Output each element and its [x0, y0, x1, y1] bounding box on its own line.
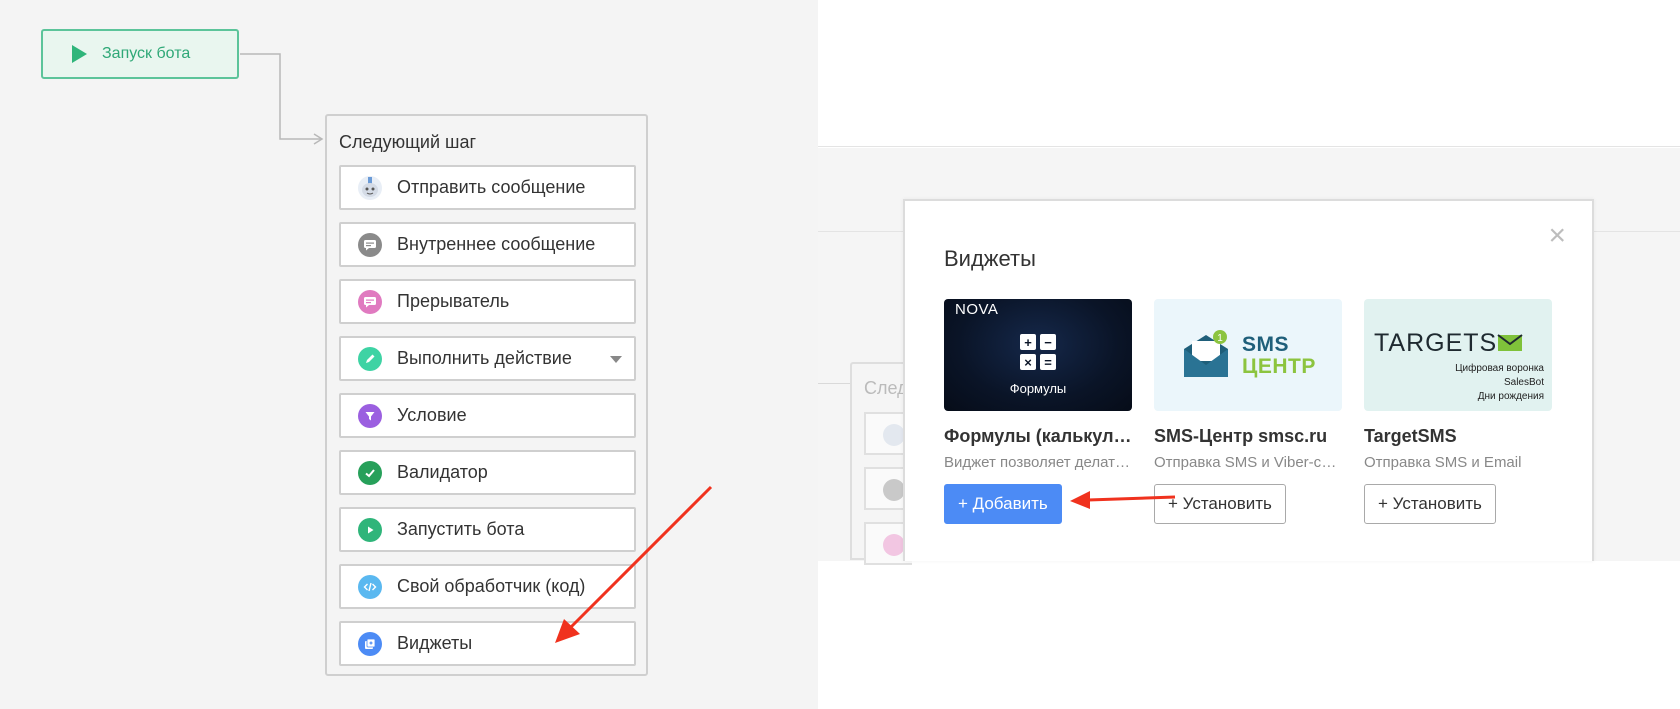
step-custom-handler[interactable]: Свой обработчик (код) [339, 564, 636, 609]
filter-icon [358, 403, 382, 428]
step-label: Запустить бота [397, 519, 525, 539]
thumb-line: Цифровая воронка [1455, 363, 1544, 374]
next-step-panel: Следующий шаг Отправить сообщение Внутре… [325, 114, 648, 676]
thumb-caption: Формулы [1009, 381, 1067, 396]
step-widgets[interactable]: Виджеты [339, 621, 636, 666]
center-logo-word: ЦЕНТР [1242, 355, 1316, 378]
targetsms-logo: TARGETS [1374, 329, 1523, 358]
stage: Запуск бота Следующий шаг Отправить сооб… [0, 0, 1680, 709]
widget-name: TargetSMS [1364, 426, 1457, 446]
next-step-title: Следующий шаг [339, 132, 477, 152]
step-label: Внутреннее сообщение [397, 234, 596, 254]
chat-bubble-icon [883, 534, 905, 556]
step-internal-message[interactable]: Внутреннее сообщение [339, 222, 636, 267]
checkmark-icon [358, 460, 382, 485]
right-footer-area [818, 562, 1680, 709]
thumb-line: Дни рождения [1477, 391, 1544, 402]
install-widget-button[interactable]: + Установить [1364, 484, 1496, 524]
chevron-down-icon[interactable] [610, 356, 622, 363]
step-label: Прерыватель [397, 291, 510, 311]
widget-description: Отправка SMS и Viber-со... [1154, 454, 1342, 471]
widgets-modal: Виджеты × NOVA + − × = Формулы Формулы (кал… [903, 199, 1594, 561]
ghost-title: След [864, 378, 908, 398]
chat-bubble-icon [883, 479, 905, 501]
play-circle-icon [358, 517, 382, 542]
widget-name: SMS-Центр smsc.ru [1154, 426, 1328, 446]
widget-card-sms-center: 1 SMS ЦЕНТР SMS-Центр smsc.ru Отправка S… [1154, 299, 1342, 524]
modal-title: Виджеты [944, 246, 1036, 271]
widget-thumbnail[interactable]: NOVA + − × = Формулы [944, 299, 1132, 411]
step-label: Валидатор [397, 462, 488, 482]
widget-card-targetsms: TARGETS Цифровая воронка SalesBot Дни ро… [1364, 299, 1552, 524]
step-interrupter[interactable]: Прерыватель [339, 279, 636, 324]
start-bot-label: Запуск бота [102, 45, 191, 62]
ghost-next-step-panel: След [850, 362, 912, 565]
step-launch-bot[interactable]: Запустить бота [339, 507, 636, 552]
add-widget-button[interactable]: + Добавить [944, 484, 1062, 524]
step-send-message[interactable]: Отправить сообщение [339, 165, 636, 210]
pencil-icon [358, 346, 382, 371]
calculator-icon: + − × = [1020, 334, 1056, 370]
widget-icon [358, 631, 382, 656]
code-icon [358, 574, 382, 599]
step-condition[interactable]: Условие [339, 393, 636, 438]
sms-logo-word: SMS [1242, 333, 1290, 356]
install-widget-button[interactable]: + Установить [1154, 484, 1286, 524]
step-label: Отправить сообщение [397, 177, 586, 197]
close-icon[interactable]: × [1548, 221, 1566, 251]
widget-name: Формулы (калькуля... [944, 426, 1132, 446]
step-label: Выполнить действие [397, 348, 572, 368]
play-icon [72, 45, 87, 63]
svg-text:1: 1 [1217, 333, 1223, 344]
bot-builder-canvas: Запуск бота Следующий шаг Отправить сооб… [0, 0, 818, 709]
widget-thumbnail[interactable]: 1 SMS ЦЕНТР [1154, 299, 1342, 411]
widget-card-formulas: NOVA + − × = Формулы Формулы (калькуля... В… [944, 299, 1132, 524]
widget-thumbnail[interactable]: TARGETS Цифровая воронка SalesBot Дни ро… [1364, 299, 1552, 411]
right-header-area [818, 0, 1680, 147]
chat-bubble-icon [358, 232, 382, 257]
widget-description: Отправка SMS и Email [1364, 454, 1522, 471]
envelope-icon: 1 [1184, 330, 1228, 377]
step-label: Условие [397, 405, 467, 425]
step-validator[interactable]: Валидатор [339, 450, 636, 495]
ghost-connector [818, 383, 850, 384]
step-label: Свой обработчик (код) [397, 576, 586, 596]
nova-logo: NOVA [955, 301, 999, 318]
robot-icon [358, 175, 382, 200]
widget-description: Виджет позволяет делать... [944, 454, 1132, 471]
step-perform-action[interactable]: Выполнить действие [339, 336, 636, 381]
robot-icon [883, 424, 905, 446]
chat-bubble-icon [358, 289, 382, 314]
envelope-icon [1497, 334, 1523, 351]
thumb-line: SalesBot [1503, 377, 1544, 388]
start-bot-node[interactable]: Запуск бота [41, 29, 239, 79]
step-label: Виджеты [397, 633, 473, 653]
